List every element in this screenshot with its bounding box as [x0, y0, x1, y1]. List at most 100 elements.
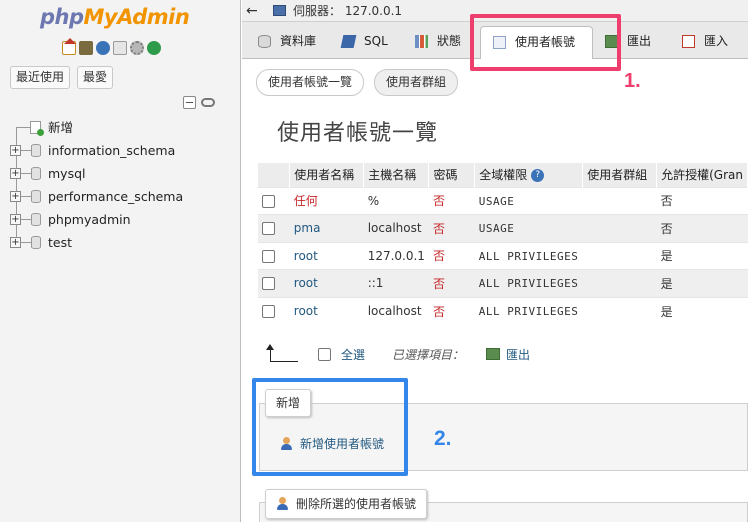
tab-sql[interactable]: SQL: [340, 26, 388, 59]
cell-username[interactable]: 任何: [289, 186, 364, 215]
cell-password: 否: [428, 296, 475, 325]
collapse-all-icon[interactable]: [183, 96, 196, 109]
table-row: root 127.0.0.1 否 ALL PRIVILEGES 是: [258, 241, 748, 270]
username-value: root: [293, 304, 318, 318]
cell-global-privileges: USAGE: [474, 186, 583, 215]
back-arrow-icon[interactable]: ←: [246, 0, 258, 22]
subtab-user-accounts-overview[interactable]: 使用者帳號一覽: [256, 69, 365, 96]
privileges-value: ALL PRIVILEGES: [478, 249, 579, 263]
annotation-highlight-box-2: [252, 378, 408, 476]
check-all-checkbox[interactable]: [318, 347, 331, 361]
delete-selected-users-label: 刪除所選的使用者帳號: [296, 497, 417, 511]
tree-line: [16, 127, 17, 139]
tree-item-performance-schema[interactable]: + performance_schema: [8, 185, 238, 208]
link-with-main-icon[interactable]: [201, 98, 215, 107]
cell-username[interactable]: root: [289, 269, 364, 297]
server-breadcrumb[interactable]: 伺服器： 127.0.0.1: [293, 0, 402, 22]
gear-icon[interactable]: [130, 41, 144, 55]
tree-item-new[interactable]: 新增: [8, 116, 238, 139]
table-row: 任何% 否 USAGE 否: [258, 186, 748, 215]
tab-databases[interactable]: 資料庫: [258, 26, 316, 59]
logo-myadmin-text: MyAdmin: [83, 5, 190, 29]
expand-icon[interactable]: +: [10, 237, 21, 248]
expand-icon[interactable]: +: [10, 168, 21, 179]
cell-password: 否: [428, 241, 475, 270]
cell-user-group: [582, 296, 657, 325]
expand-icon[interactable]: +: [10, 191, 21, 202]
tree-item-label: test: [48, 235, 73, 250]
column-header-hostname[interactable]: 主機名稱: [363, 163, 430, 187]
row-checkbox-cell: [258, 186, 290, 215]
password-value: 否: [432, 194, 445, 209]
column-header-grant[interactable]: 允許授權(Gran: [656, 163, 748, 187]
page-title: 使用者帳號一覽: [277, 121, 439, 146]
status-chart-icon: [415, 35, 428, 48]
cell-username[interactable]: root: [289, 241, 364, 270]
cell-user-group: [582, 241, 657, 270]
logout-icon[interactable]: [79, 41, 93, 55]
cell-username[interactable]: root: [289, 296, 364, 325]
cell-global-privileges: ALL PRIVILEGES: [474, 269, 583, 297]
cell-global-privileges: USAGE: [474, 214, 583, 242]
username-value: root: [293, 276, 318, 291]
documentation-icon[interactable]: [113, 41, 127, 55]
row-checkbox-cell: [258, 269, 290, 297]
navigation-panel: phpMyAdmin 最近使用 最愛 新增 + information_sche…: [0, 0, 241, 522]
column-header-global-privileges[interactable]: 全域權限?: [474, 163, 584, 187]
row-checkbox[interactable]: [262, 305, 275, 318]
tab-status[interactable]: 狀態: [415, 26, 461, 59]
export-icon[interactable]: [486, 348, 501, 360]
cell-hostname: %: [363, 186, 429, 215]
username-value: root: [293, 248, 318, 263]
privileges-value: ALL PRIVILEGES: [478, 305, 579, 318]
new-database-icon: [30, 121, 44, 136]
phpmyadmin-logo[interactable]: phpMyAdmin: [40, 5, 190, 29]
cell-user-group: [582, 186, 657, 215]
row-checkbox[interactable]: [262, 277, 275, 291]
user-accounts-table: 使用者名稱 主機名稱 密碼 全域權限? 使用者群組 允許授權(Gran 任何% 否…: [258, 163, 748, 325]
username-value: 任何: [293, 194, 318, 209]
delete-selected-users-legend[interactable]: 刪除所選的使用者帳號: [265, 489, 428, 519]
database-icon: [31, 144, 41, 157]
header-checkbox-column: [258, 163, 291, 187]
tree-item-phpmyadmin[interactable]: + phpmyadmin: [8, 208, 238, 231]
cell-grant: 是: [656, 296, 748, 325]
row-checkbox-cell: [258, 214, 290, 242]
row-checkbox-cell: [258, 241, 290, 270]
expand-icon[interactable]: +: [10, 214, 21, 225]
favorites-button[interactable]: 最愛: [77, 66, 114, 89]
column-header-password[interactable]: 密碼: [428, 163, 476, 187]
annotation-label-2: 2.: [434, 427, 452, 450]
table-row: root localhost 否 ALL PRIVILEGES 是: [258, 296, 748, 325]
cell-username[interactable]: pma: [289, 214, 364, 242]
annotation-label-1: 1.: [624, 70, 641, 92]
cell-grant: 否: [656, 186, 748, 215]
column-header-user-group[interactable]: 使用者群組: [582, 163, 658, 187]
export-selected-button[interactable]: 匯出: [506, 346, 530, 363]
annotation-highlight-box-1: [470, 14, 621, 71]
home-icon[interactable]: [62, 38, 76, 55]
cell-password: 否: [428, 186, 475, 215]
cell-global-privileges: ALL PRIVILEGES: [474, 296, 583, 325]
row-checkbox[interactable]: [262, 249, 275, 263]
server-icon: [273, 5, 286, 16]
tree-item-information-schema[interactable]: + information_schema: [8, 139, 238, 162]
help-icon[interactable]: ?: [531, 169, 545, 183]
password-value: 否: [432, 249, 445, 264]
database-icon: [258, 35, 271, 48]
row-checkbox[interactable]: [262, 194, 275, 208]
tab-import[interactable]: 匯入: [682, 26, 728, 59]
tree-item-mysql[interactable]: + mysql: [8, 162, 238, 185]
expand-icon[interactable]: +: [10, 145, 21, 156]
column-header-username[interactable]: 使用者名稱: [289, 163, 365, 187]
row-checkbox-cell: [258, 296, 290, 325]
check-all-label[interactable]: 全選: [341, 346, 365, 363]
reload-icon[interactable]: [147, 41, 161, 55]
bulk-actions-row: 全選 已選擇項目： 匯出: [266, 343, 530, 365]
sql-icon: [340, 35, 357, 48]
tree-item-test[interactable]: + test: [8, 231, 238, 254]
subtab-user-groups[interactable]: 使用者群組: [374, 69, 459, 96]
row-checkbox[interactable]: [262, 222, 275, 236]
help-icon[interactable]: [96, 41, 110, 55]
recent-button[interactable]: 最近使用: [10, 66, 71, 89]
